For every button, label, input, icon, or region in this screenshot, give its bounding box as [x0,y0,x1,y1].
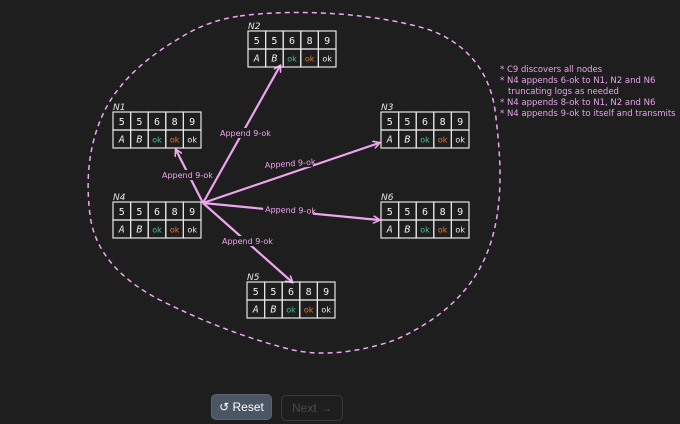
arrow-to-n5: Append 9-ok [202,202,292,282]
log-term: 9 [323,287,329,298]
log-term: 5 [271,36,277,47]
log-value: A [252,305,259,316]
cluster-boundary [87,11,501,354]
log-term: 8 [172,207,178,218]
log-value: A [386,225,393,236]
log-term: 8 [307,36,313,47]
log-value: ok [187,136,197,145]
log-term: 5 [253,287,259,298]
log-term: 6 [422,207,428,218]
log-value: B [404,135,410,146]
log-value: ok [322,55,332,64]
log-term: 5 [136,117,142,128]
log-value: ok [455,226,465,235]
log-term: 8 [440,117,446,128]
note-line: * C9 discovers all nodes [500,65,603,75]
log-value: ok [321,306,331,315]
log-term: 5 [270,287,276,298]
log-term: 5 [387,117,393,128]
arrow-to-n1: Append 9-ok [160,150,213,204]
log-value: ok [187,226,197,235]
log-term: 5 [254,36,260,47]
log-value: B [271,54,277,65]
log-value: ok [286,306,296,315]
log-value: ok [438,226,448,235]
arrow-to-n2: Append 9-ok [202,66,280,204]
log-value: ok [420,136,430,145]
log-term: 5 [136,207,142,218]
log-value: ok [305,55,315,64]
log-term: 6 [154,117,160,128]
node-n1: N15 5 6 8 9A Bok ok ok [112,103,202,149]
node-n2: N25 5 6 8 9A Bok ok ok [247,22,337,68]
arrow-to-n6: Append 9-ok [202,201,379,220]
log-value: A [253,54,260,65]
log-value: ok [438,136,448,145]
log-value: B [136,135,142,146]
node-n4: N45 5 6 8 9A Bok ok ok [112,193,202,239]
arrow-label: Append 9-ok [222,237,273,246]
log-value: A [118,135,125,146]
log-value: ok [455,136,465,145]
log-value: ok [304,306,314,315]
arrow-line [202,143,379,205]
next-button[interactable]: Next → [281,395,343,421]
log-term: 5 [404,207,410,218]
log-value: B [404,225,410,236]
note-line: * N4 appends 9-ok to itself and transmit… [500,109,676,119]
log-value: ok [152,136,162,145]
log-term: 6 [154,207,160,218]
log-term: 8 [306,287,312,298]
log-term: 9 [457,117,463,128]
log-term: 5 [404,117,410,128]
arrow-label: Append 9-ok [162,171,213,180]
arrow-to-n3: Append 9-ok [202,143,379,205]
reset-button[interactable]: ↺ Reset [211,394,272,420]
log-term: 6 [289,36,295,47]
log-term: 6 [288,287,294,298]
log-value: B [136,225,142,236]
log-term: 8 [172,117,178,128]
log-term: 9 [324,36,330,47]
log-term: 5 [119,117,125,128]
notes-panel: * C9 discovers all nodes * N4 appends 6-… [500,65,676,119]
log-value: ok [170,226,180,235]
arrow-label: Append 9-ok [265,205,317,216]
log-value: A [118,225,125,236]
log-term: 9 [189,117,195,128]
note-line: * N4 appends 8-ok to N1, N2 and N6 [500,98,655,108]
log-term: 9 [189,207,195,218]
note-line: * N4 appends 6-ok to N1, N2 and N6 [500,76,655,86]
log-term: 9 [457,207,463,218]
log-value: B [270,305,276,316]
note-line: truncating logs as needed [508,87,619,97]
log-value: ok [420,226,430,235]
node-n3: N35 5 6 8 9A Bok ok ok [380,103,470,149]
node-n6: N65 5 6 8 9A Bok ok ok [380,193,470,239]
log-value: A [386,135,393,146]
log-value: ok [170,136,180,145]
log-term: 5 [119,207,125,218]
cluster-diagram: Append 9-okAppend 9-okAppend 9-okAppend … [87,11,676,354]
log-term: 8 [440,207,446,218]
log-value: ok [152,226,162,235]
log-term: 6 [422,117,428,128]
log-value: ok [287,55,297,64]
arrow-label: Append 9-ok [220,129,271,138]
log-term: 5 [387,207,393,218]
